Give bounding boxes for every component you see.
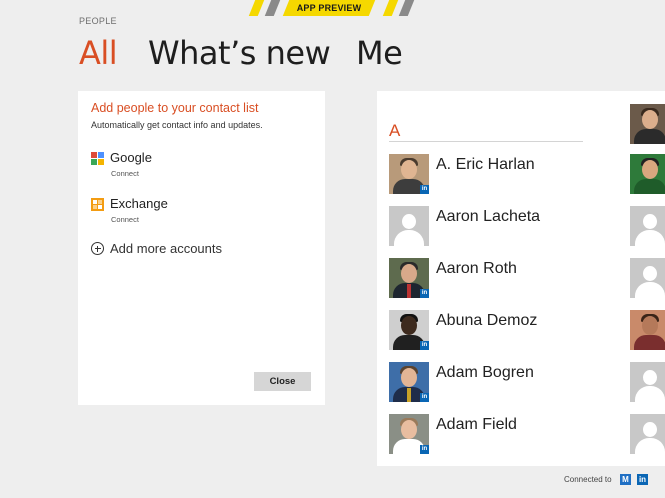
contacts-list-panel: A in A. Eric Harlan Aaron Lacheta in Aar… [377,91,665,466]
group-divider [389,141,583,142]
pivot-whats-new[interactable]: What’s new [148,33,331,73]
default-avatar-icon[interactable] [630,206,665,246]
banner-stripe [248,0,265,16]
contact-avatar[interactable] [630,154,665,194]
add-accounts-card: Add people to your contact list Automati… [78,91,325,405]
contact-name: Aaron Lacheta [436,208,541,225]
contact-name: Aaron Roth [436,260,517,277]
group-letter-header[interactable]: A [389,121,400,141]
google-icon [91,152,104,165]
banner-stripe [382,0,399,16]
contact-item[interactable]: Aaron Lacheta [389,206,589,246]
contact-item[interactable]: in Adam Bogren [389,362,589,402]
card-subtitle: Automatically get contact info and updat… [91,120,263,130]
close-button[interactable]: Close [254,372,311,391]
linkedin-icon[interactable]: in [637,474,648,485]
contact-item[interactable]: in Aaron Roth [389,258,589,298]
contact-avatar[interactable] [630,310,665,350]
contact-avatar[interactable] [630,104,665,144]
card-title: Add people to your contact list [91,101,259,115]
messenger-icon[interactable]: M [620,474,631,485]
section-label: PEOPLE [79,16,117,26]
contact-name: Adam Bogren [436,364,534,381]
exchange-icon [91,198,104,211]
app-preview-tag: APP PREVIEW [282,0,376,16]
linkedin-icon: in [420,185,429,194]
linkedin-icon: in [420,341,429,350]
contact-avatar: in [389,258,429,298]
account-google[interactable]: Google Connect [91,150,291,184]
contact-avatar: in [389,154,429,194]
account-name: Exchange [110,196,168,211]
default-avatar-icon[interactable] [630,414,665,454]
account-status: Connect [111,215,139,224]
default-avatar-icon[interactable] [630,258,665,298]
account-status: Connect [111,169,139,178]
default-avatar-icon[interactable] [630,362,665,402]
add-more-accounts-label: Add more accounts [110,241,223,256]
contact-item[interactable]: in Adam Field [389,414,589,454]
account-name: Google [110,150,152,165]
linkedin-icon: in [420,445,429,454]
linkedin-icon: in [420,393,429,402]
default-avatar-icon [389,206,429,246]
contact-avatar: in [389,414,429,454]
contact-name: A. Eric Harlan [436,156,535,173]
account-exchange[interactable]: Exchange Connect [91,196,291,230]
pivot-me[interactable]: Me [356,33,403,73]
contact-name: Adam Field [436,416,517,433]
contact-avatar: in [389,362,429,402]
add-more-accounts-button[interactable]: Add more accounts [91,241,261,259]
contact-item[interactable]: in Abuna Demoz [389,310,589,350]
app-preview-banner: APP PREVIEW [246,0,415,16]
banner-stripe [398,0,415,16]
contact-avatar: in [389,310,429,350]
linkedin-icon: in [420,289,429,298]
add-circle-icon [91,242,104,255]
contact-name: Abuna Demoz [436,312,538,329]
banner-stripe [264,0,281,16]
connected-to-label: Connected to [564,475,612,484]
app-preview-label: APP PREVIEW [296,3,362,13]
pivot-all[interactable]: All [79,33,118,73]
contact-item[interactable]: in A. Eric Harlan [389,154,589,194]
